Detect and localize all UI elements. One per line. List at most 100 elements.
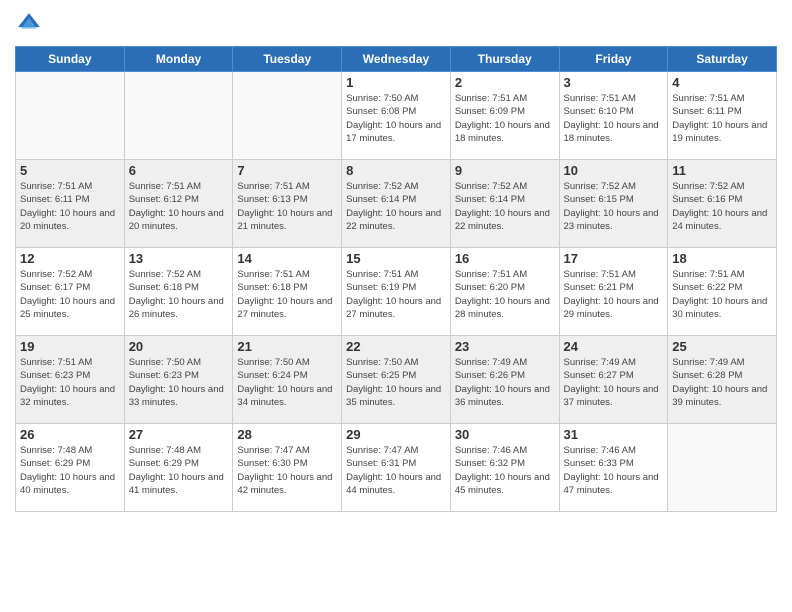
calendar-cell: 9 Sunrise: 7:52 AM Sunset: 6:14 PM Daylig…	[450, 160, 559, 248]
day-number: 10	[564, 163, 664, 178]
day-info: Sunrise: 7:46 AM Sunset: 6:33 PM Dayligh…	[564, 444, 664, 497]
day-info: Sunrise: 7:51 AM Sunset: 6:21 PM Dayligh…	[564, 268, 664, 321]
day-info: Sunrise: 7:51 AM Sunset: 6:20 PM Dayligh…	[455, 268, 555, 321]
day-header-monday: Monday	[124, 47, 233, 72]
day-info: Sunrise: 7:51 AM Sunset: 6:22 PM Dayligh…	[672, 268, 772, 321]
day-info: Sunrise: 7:50 AM Sunset: 6:24 PM Dayligh…	[237, 356, 337, 409]
day-info: Sunrise: 7:50 AM Sunset: 6:08 PM Dayligh…	[346, 92, 446, 145]
day-number: 19	[20, 339, 120, 354]
day-number: 25	[672, 339, 772, 354]
day-number: 7	[237, 163, 337, 178]
calendar-cell: 11 Sunrise: 7:52 AM Sunset: 6:16 PM Dayli…	[668, 160, 777, 248]
day-info: Sunrise: 7:49 AM Sunset: 6:27 PM Dayligh…	[564, 356, 664, 409]
day-info: Sunrise: 7:48 AM Sunset: 6:29 PM Dayligh…	[20, 444, 120, 497]
day-number: 3	[564, 75, 664, 90]
day-number: 27	[129, 427, 229, 442]
day-info: Sunrise: 7:51 AM Sunset: 6:18 PM Dayligh…	[237, 268, 337, 321]
calendar-cell: 13 Sunrise: 7:52 AM Sunset: 6:18 PM Dayli…	[124, 248, 233, 336]
calendar-cell: 10 Sunrise: 7:52 AM Sunset: 6:15 PM Dayli…	[559, 160, 668, 248]
header-row: SundayMondayTuesdayWednesdayThursdayFrid…	[16, 47, 777, 72]
calendar-cell	[16, 72, 125, 160]
calendar-cell: 28 Sunrise: 7:47 AM Sunset: 6:30 PM Dayli…	[233, 424, 342, 512]
day-info: Sunrise: 7:47 AM Sunset: 6:30 PM Dayligh…	[237, 444, 337, 497]
calendar-cell: 15 Sunrise: 7:51 AM Sunset: 6:19 PM Dayli…	[342, 248, 451, 336]
calendar-cell: 24 Sunrise: 7:49 AM Sunset: 6:27 PM Dayli…	[559, 336, 668, 424]
day-number: 11	[672, 163, 772, 178]
day-number: 6	[129, 163, 229, 178]
calendar-cell: 17 Sunrise: 7:51 AM Sunset: 6:21 PM Dayli…	[559, 248, 668, 336]
day-number: 14	[237, 251, 337, 266]
day-number: 15	[346, 251, 446, 266]
day-number: 5	[20, 163, 120, 178]
calendar-cell: 20 Sunrise: 7:50 AM Sunset: 6:23 PM Dayli…	[124, 336, 233, 424]
day-number: 24	[564, 339, 664, 354]
day-number: 30	[455, 427, 555, 442]
week-row-2: 5Sunrise: 7:51 AM Sunset: 6:11 PM Daylig…	[16, 160, 777, 248]
logo	[15, 10, 47, 38]
week-row-5: 26 Sunrise: 7:48 AM Sunset: 6:29 PM Dayli…	[16, 424, 777, 512]
calendar-cell	[124, 72, 233, 160]
day-header-wednesday: Wednesday	[342, 47, 451, 72]
day-info: Sunrise: 7:47 AM Sunset: 6:31 PM Dayligh…	[346, 444, 446, 497]
day-info: Sunrise: 7:52 AM Sunset: 6:15 PM Dayligh…	[564, 180, 664, 233]
day-number: 13	[129, 251, 229, 266]
day-info: Sunrise: 7:50 AM Sunset: 6:23 PM Dayligh…	[129, 356, 229, 409]
calendar-cell: 18 Sunrise: 7:51 AM Sunset: 6:22 PM Dayli…	[668, 248, 777, 336]
day-info: Sunrise: 7:51 AM Sunset: 6:11 PM Dayligh…	[672, 92, 772, 145]
week-row-4: 19 Sunrise: 7:51 AM Sunset: 6:23 PM Dayli…	[16, 336, 777, 424]
calendar-cell: 21 Sunrise: 7:50 AM Sunset: 6:24 PM Dayli…	[233, 336, 342, 424]
week-row-3: 12 Sunrise: 7:52 AM Sunset: 6:17 PM Dayli…	[16, 248, 777, 336]
day-info: Sunrise: 7:48 AM Sunset: 6:29 PM Dayligh…	[129, 444, 229, 497]
day-number: 12	[20, 251, 120, 266]
day-number: 26	[20, 427, 120, 442]
day-number: 20	[129, 339, 229, 354]
week-row-1: 1 Sunrise: 7:50 AM Sunset: 6:08 PM Daylig…	[16, 72, 777, 160]
day-info: Sunrise: 7:46 AM Sunset: 6:32 PM Dayligh…	[455, 444, 555, 497]
day-number: 28	[237, 427, 337, 442]
day-number: 16	[455, 251, 555, 266]
calendar-cell: 12 Sunrise: 7:52 AM Sunset: 6:17 PM Dayli…	[16, 248, 125, 336]
page: SundayMondayTuesdayWednesdayThursdayFrid…	[0, 0, 792, 612]
calendar-cell: 7 Sunrise: 7:51 AM Sunset: 6:13 PM Daylig…	[233, 160, 342, 248]
calendar-cell: 27 Sunrise: 7:48 AM Sunset: 6:29 PM Dayli…	[124, 424, 233, 512]
day-number: 4	[672, 75, 772, 90]
day-info: Sunrise: 7:52 AM Sunset: 6:18 PM Dayligh…	[129, 268, 229, 321]
day-info: Sunrise: 7:52 AM Sunset: 6:14 PM Dayligh…	[346, 180, 446, 233]
calendar-cell: 22Sunrise: 7:50 AM Sunset: 6:25 PM Dayli…	[342, 336, 451, 424]
day-info: Sunrise: 7:49 AM Sunset: 6:28 PM Dayligh…	[672, 356, 772, 409]
day-number: 8	[346, 163, 446, 178]
day-number: 23	[455, 339, 555, 354]
day-number: 21	[237, 339, 337, 354]
logo-icon	[15, 10, 43, 38]
calendar-cell: 4 Sunrise: 7:51 AM Sunset: 6:11 PM Daylig…	[668, 72, 777, 160]
day-info: Sunrise: 7:51 AM Sunset: 6:13 PM Dayligh…	[237, 180, 337, 233]
day-number: 2	[455, 75, 555, 90]
calendar-table: SundayMondayTuesdayWednesdayThursdayFrid…	[15, 46, 777, 512]
calendar-cell: 23Sunrise: 7:49 AM Sunset: 6:26 PM Dayli…	[450, 336, 559, 424]
calendar-cell: 25 Sunrise: 7:49 AM Sunset: 6:28 PM Dayli…	[668, 336, 777, 424]
calendar-cell: 5Sunrise: 7:51 AM Sunset: 6:11 PM Daylig…	[16, 160, 125, 248]
calendar-cell: 8 Sunrise: 7:52 AM Sunset: 6:14 PM Daylig…	[342, 160, 451, 248]
calendar-cell: 6Sunrise: 7:51 AM Sunset: 6:12 PM Daylig…	[124, 160, 233, 248]
day-number: 9	[455, 163, 555, 178]
day-info: Sunrise: 7:52 AM Sunset: 6:17 PM Dayligh…	[20, 268, 120, 321]
day-number: 18	[672, 251, 772, 266]
day-info: Sunrise: 7:51 AM Sunset: 6:23 PM Dayligh…	[20, 356, 120, 409]
header	[15, 10, 777, 38]
day-header-tuesday: Tuesday	[233, 47, 342, 72]
calendar-cell: 1 Sunrise: 7:50 AM Sunset: 6:08 PM Daylig…	[342, 72, 451, 160]
calendar-cell: 2 Sunrise: 7:51 AM Sunset: 6:09 PM Daylig…	[450, 72, 559, 160]
day-info: Sunrise: 7:51 AM Sunset: 6:19 PM Dayligh…	[346, 268, 446, 321]
calendar-cell: 3 Sunrise: 7:51 AM Sunset: 6:10 PM Daylig…	[559, 72, 668, 160]
day-header-sunday: Sunday	[16, 47, 125, 72]
calendar-cell: 14 Sunrise: 7:51 AM Sunset: 6:18 PM Dayli…	[233, 248, 342, 336]
day-info: Sunrise: 7:51 AM Sunset: 6:10 PM Dayligh…	[564, 92, 664, 145]
day-number: 17	[564, 251, 664, 266]
calendar-cell: 16 Sunrise: 7:51 AM Sunset: 6:20 PM Dayli…	[450, 248, 559, 336]
day-info: Sunrise: 7:52 AM Sunset: 6:16 PM Dayligh…	[672, 180, 772, 233]
day-number: 31	[564, 427, 664, 442]
day-info: Sunrise: 7:50 AM Sunset: 6:25 PM Dayligh…	[346, 356, 446, 409]
day-number: 1	[346, 75, 446, 90]
day-info: Sunrise: 7:51 AM Sunset: 6:09 PM Dayligh…	[455, 92, 555, 145]
day-info: Sunrise: 7:52 AM Sunset: 6:14 PM Dayligh…	[455, 180, 555, 233]
